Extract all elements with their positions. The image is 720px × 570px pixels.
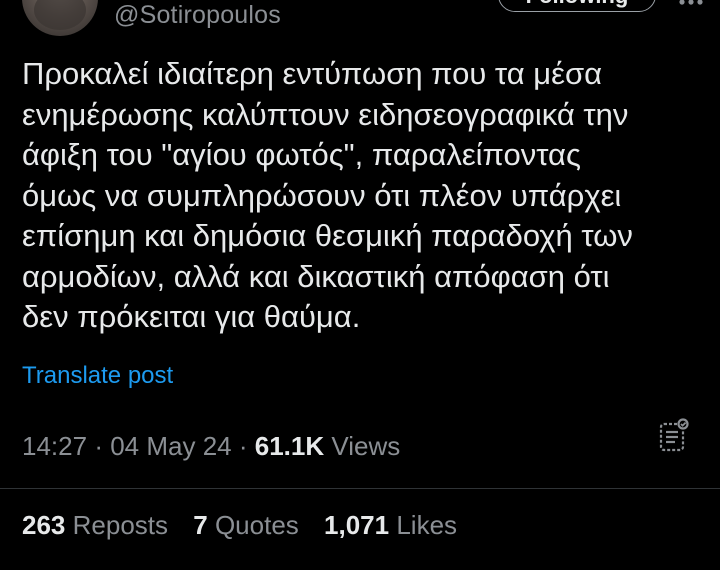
views-count: 61.1K: [254, 431, 325, 461]
tweet-time[interactable]: 14:27: [22, 431, 87, 461]
analytics-icon[interactable]: [654, 416, 694, 456]
avatar-photo: [34, 0, 86, 30]
quotes-stat[interactable]: 7 Quotes: [193, 510, 299, 540]
reposts-stat[interactable]: 263 Reposts: [22, 510, 168, 540]
views-label: Views: [331, 431, 401, 461]
engagement-stats: 263 Reposts 7 Quotes 1,071 Likes: [22, 510, 475, 541]
tweet-text: Προκαλεί ιδιαίτερη εντύπωση που τα μέσα …: [22, 56, 633, 334]
translate-post-link[interactable]: Translate post: [22, 362, 173, 390]
following-button[interactable]: Following: [498, 0, 656, 12]
likes-stat[interactable]: 1,071 Likes: [324, 510, 457, 540]
user-handle[interactable]: @Sotiropoulos: [114, 1, 281, 30]
tweet-date[interactable]: 04 May 24: [110, 431, 231, 461]
meta-separator: ·: [94, 431, 103, 461]
quotes-count: 7: [193, 510, 208, 540]
divider: [0, 488, 720, 489]
meta-separator: ·: [238, 431, 248, 461]
following-button-label: Following: [526, 0, 629, 9]
quotes-label: Quotes: [214, 510, 299, 540]
more-icon[interactable]: [676, 0, 706, 14]
tweet-meta: 14:27 · 04 May 24 · 61.1K Views: [22, 431, 400, 462]
avatar[interactable]: [22, 0, 98, 36]
likes-count: 1,071: [324, 510, 390, 540]
reposts-count: 263: [22, 510, 66, 540]
reposts-label: Reposts: [72, 510, 169, 540]
likes-label: Likes: [396, 510, 458, 540]
